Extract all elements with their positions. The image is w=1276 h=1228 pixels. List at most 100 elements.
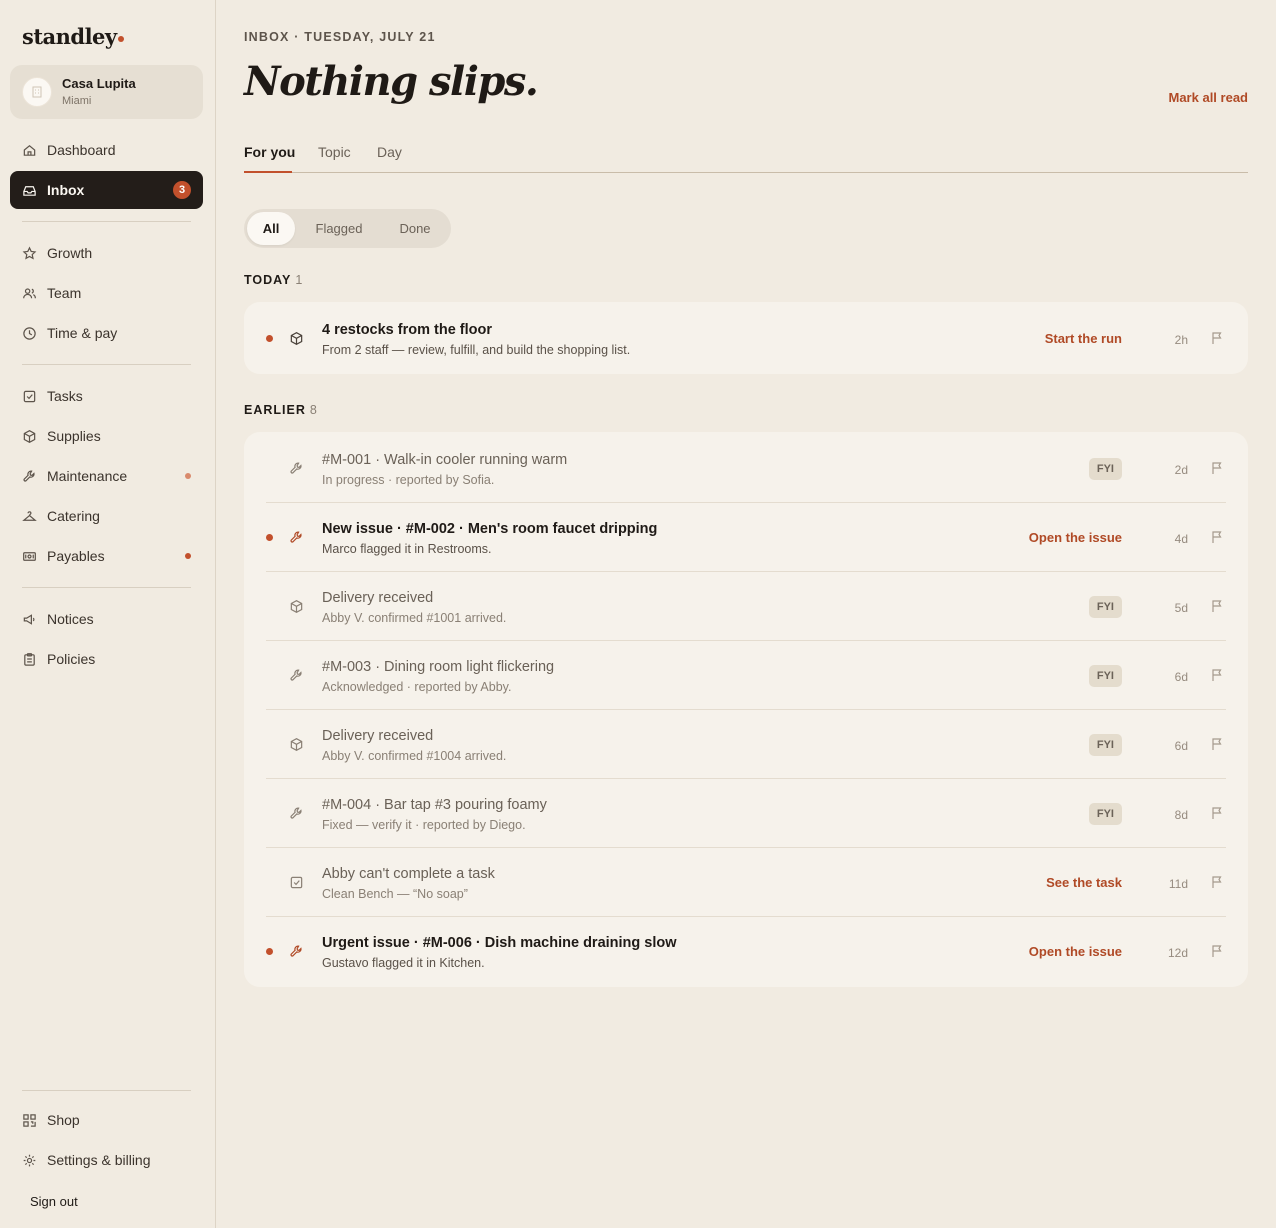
filter-flagged[interactable]: Flagged <box>302 212 376 245</box>
today-card: 4 restocks from the floor From 2 staff —… <box>244 302 1248 374</box>
nav-notices[interactable]: Notices <box>10 600 203 638</box>
nav-label: Team <box>47 285 82 301</box>
flag-icon[interactable] <box>1210 461 1224 475</box>
nav-maintenance[interactable]: Maintenance <box>10 457 203 495</box>
fyi-tag: FYI <box>1088 596 1122 618</box>
divider <box>22 587 191 588</box>
brand-logo[interactable]: standley <box>22 24 124 49</box>
nav-shop[interactable]: Shop <box>10 1101 203 1139</box>
nav-label: Growth <box>47 245 93 261</box>
list-item[interactable]: Urgent issue · #M-006 · Dish machine dra… <box>266 917 1226 986</box>
inbox-count-badge: 3 <box>173 181 191 199</box>
item-subtitle: In progress · reported by Sofia. <box>322 473 495 487</box>
venue-switcher[interactable]: Casa Lupita Miami <box>10 65 203 119</box>
nav-team[interactable]: Team <box>10 274 203 312</box>
see-task-button[interactable]: See the task <box>1046 875 1122 890</box>
nav-time-pay[interactable]: Time & pay <box>10 314 203 352</box>
bill-icon <box>23 551 36 561</box>
flag-icon[interactable] <box>1210 668 1224 682</box>
divider <box>22 221 191 222</box>
list-item[interactable]: Delivery received Abby V. confirmed #100… <box>266 710 1226 779</box>
open-issue-button[interactable]: Open the issue <box>1029 944 1122 959</box>
wrench-icon <box>290 807 302 819</box>
nav-inbox[interactable]: Inbox 3 <box>10 171 203 209</box>
item-age: 5d <box>1174 601 1188 615</box>
nav-label: Time & pay <box>47 325 118 341</box>
item-age: 6d <box>1174 739 1188 753</box>
unread-dot <box>266 948 273 955</box>
item-subtitle: Marco flagged it in Restrooms. <box>322 542 492 556</box>
item-title: Delivery received <box>322 728 434 744</box>
nav-label: Shop <box>47 1112 80 1128</box>
item-age: 2d <box>1174 463 1188 477</box>
filter-all[interactable]: All <box>247 212 295 245</box>
flag-icon[interactable] <box>1210 875 1224 889</box>
list-item[interactable]: #M-004 · Bar tap #3 pouring foamy Fixed … <box>266 779 1226 848</box>
list-item[interactable]: #M-003 · Dining room light flickering Ac… <box>266 641 1226 710</box>
item-subtitle: Clean Bench — “No soap” <box>322 887 468 901</box>
home-icon <box>23 144 36 156</box>
qr-icon <box>23 1113 36 1127</box>
flag-icon[interactable] <box>1210 599 1224 613</box>
nav-payables[interactable]: Payables <box>10 537 203 575</box>
nav-settings[interactable]: Settings & billing <box>10 1141 203 1179</box>
nav-label: Tasks <box>47 388 83 404</box>
tab-day[interactable]: Day <box>377 144 402 160</box>
nav-policies[interactable]: Policies <box>10 640 203 678</box>
item-subtitle: Abby V. confirmed #1004 arrived. <box>322 749 507 763</box>
star-icon <box>22 245 37 260</box>
venue-name: Casa Lupita <box>62 76 136 91</box>
item-title: Delivery received <box>322 590 434 606</box>
section-title: EARLIER <box>244 403 306 417</box>
nav-label: Maintenance <box>47 468 128 484</box>
item-title: #M-003 · Dining room light flickering <box>322 659 555 675</box>
earlier-card: #M-001 · Walk-in cooler running warm In … <box>244 432 1248 987</box>
nav-label: Supplies <box>47 428 101 444</box>
nav-label: Policies <box>47 651 96 667</box>
flag-icon[interactable] <box>1210 530 1224 544</box>
wrench-icon <box>290 462 302 474</box>
list-item[interactable]: New issue · #M-002 · Men's room faucet d… <box>266 503 1226 572</box>
flag-icon[interactable] <box>1210 737 1224 751</box>
list-item[interactable]: 4 restocks from the floor From 2 staff —… <box>266 304 1226 373</box>
nav-supplies[interactable]: Supplies <box>10 417 203 455</box>
tab-for-you[interactable]: For you <box>244 144 295 160</box>
list-item[interactable]: Abby can't complete a task Clean Bench —… <box>266 848 1226 917</box>
flag-icon[interactable] <box>1210 944 1224 958</box>
fyi-tag: FYI <box>1088 803 1122 825</box>
divider <box>22 364 191 365</box>
item-title: 4 restocks from the floor <box>322 322 493 338</box>
brand-dot <box>117 36 124 42</box>
section-count: 8 <box>309 403 317 417</box>
sign-out-link[interactable]: Sign out <box>30 1194 78 1209</box>
wrench-icon <box>23 470 35 482</box>
flag-icon[interactable] <box>1210 806 1224 820</box>
wrench-icon <box>290 945 302 957</box>
flag-icon[interactable] <box>1210 331 1224 345</box>
nav-dashboard[interactable]: Dashboard <box>10 131 203 169</box>
filter-done[interactable]: Done <box>384 212 446 245</box>
building-icon <box>32 86 42 98</box>
mark-all-read-button[interactable]: Mark all read <box>1169 90 1249 105</box>
list-item[interactable]: #M-001 · Walk-in cooler running warm In … <box>266 434 1226 503</box>
checkbox-icon <box>23 390 36 402</box>
section-earlier-label: EARLIER 8 <box>244 403 317 417</box>
start-run-button[interactable]: Start the run <box>1045 331 1122 346</box>
item-age: 2h <box>1174 333 1188 347</box>
tab-topic[interactable]: Topic <box>318 144 351 160</box>
sidebar: standley Casa Lupita Miami Dashboard Inb… <box>0 0 216 1228</box>
view-tabs: For you Topic Day <box>244 140 1248 173</box>
gear-icon <box>23 1154 36 1166</box>
megaphone-icon <box>23 613 35 625</box>
item-age: 8d <box>1174 808 1188 822</box>
list-item[interactable]: Delivery received Abby V. confirmed #100… <box>266 572 1226 641</box>
clipboard-icon <box>24 652 35 666</box>
open-issue-button[interactable]: Open the issue <box>1029 530 1122 545</box>
nav-tasks[interactable]: Tasks <box>10 377 203 415</box>
box-icon <box>23 429 36 443</box>
venue-avatar <box>22 77 52 107</box>
nav-growth[interactable]: Growth <box>10 234 203 272</box>
nav-catering[interactable]: Catering <box>10 497 203 535</box>
nav-label: Catering <box>47 508 100 524</box>
item-age: 6d <box>1174 670 1188 684</box>
